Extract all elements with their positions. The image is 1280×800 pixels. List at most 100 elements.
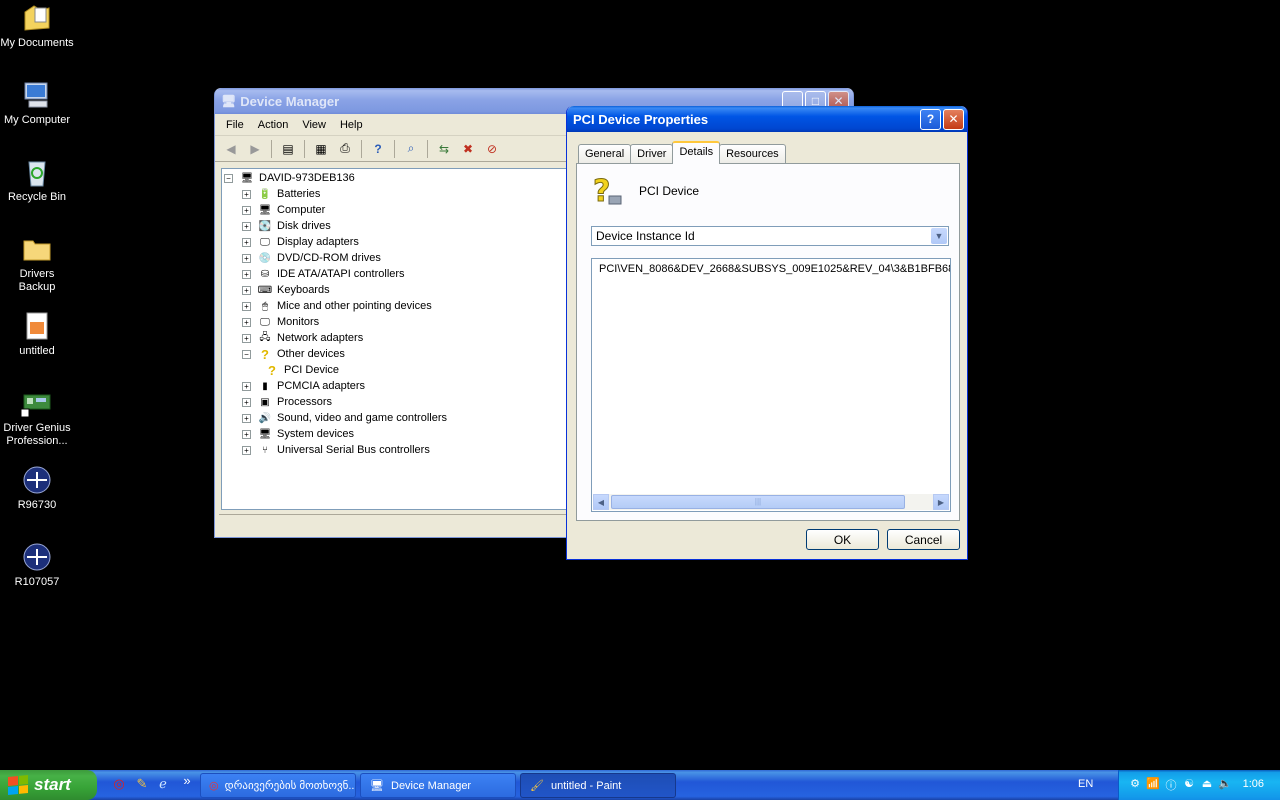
tree-category[interactable]: + 🖥 Computer bbox=[242, 202, 325, 218]
tree-category[interactable]: + ⌨ Keyboards bbox=[242, 282, 330, 298]
start-button[interactable]: start bbox=[0, 770, 97, 800]
tree-category[interactable]: + 🖥 System devices bbox=[242, 426, 354, 442]
task-button[interactable]: ◎ დრაივერების მოთხოვნ... bbox=[200, 773, 356, 798]
tree-category[interactable]: + 🖧 Network adapters bbox=[242, 330, 363, 346]
scan-hardware-icon[interactable]: ⌕ bbox=[402, 140, 420, 158]
update-driver-icon[interactable]: ⇆ bbox=[435, 140, 453, 158]
tree-category[interactable]: + 🔊 Sound, video and game controllers bbox=[242, 410, 447, 426]
tab-resources[interactable]: Resources bbox=[719, 144, 786, 164]
expand-toggle[interactable]: + bbox=[242, 253, 251, 263]
expand-toggle[interactable]: + bbox=[242, 205, 251, 215]
desktop-icon-r107057[interactable]: R107057 bbox=[0, 541, 74, 589]
task-button-device-manager[interactable]: 🖥 Device Manager bbox=[360, 773, 516, 798]
help-button[interactable]: ? bbox=[920, 108, 941, 130]
desktop-icon-my-documents[interactable]: My Documents bbox=[0, 2, 74, 50]
property-dropdown-value: Device Instance Id bbox=[596, 229, 695, 243]
language-indicator[interactable]: EN bbox=[1078, 778, 1093, 790]
uninstall-icon[interactable]: ✖ bbox=[459, 140, 477, 158]
back-arrow-icon[interactable]: ◀ bbox=[222, 140, 240, 158]
tree-category[interactable]: + 💽 Disk drives bbox=[242, 218, 331, 234]
tree-category[interactable]: + ▮ PCMCIA adapters bbox=[242, 378, 365, 394]
tree-device-item[interactable]: ? PCI Device bbox=[264, 362, 339, 378]
menu-help[interactable]: Help bbox=[333, 119, 370, 131]
tree-item-label: IDE ATA/ATAPI controllers bbox=[277, 268, 405, 280]
tree-category[interactable]: + ▣ Processors bbox=[242, 394, 332, 410]
info-icon[interactable]: ⓘ bbox=[1163, 777, 1179, 793]
expand-toggle[interactable]: + bbox=[242, 189, 251, 199]
expand-toggle[interactable]: + bbox=[242, 269, 251, 279]
ok-button[interactable]: OK bbox=[806, 529, 879, 550]
safely-remove-icon[interactable]: ⏏ bbox=[1199, 777, 1215, 793]
tree-category[interactable]: + 🖵 Display adapters bbox=[242, 234, 359, 250]
expand-toggle[interactable]: + bbox=[242, 397, 251, 407]
tree-category[interactable]: + 🔋 Batteries bbox=[242, 186, 320, 202]
property-dropdown[interactable]: Device Instance Id ▼ bbox=[591, 226, 949, 246]
tree-category[interactable]: + 💿 DVD/CD-ROM drives bbox=[242, 250, 381, 266]
tree-category[interactable]: + ⛁ IDE ATA/ATAPI controllers bbox=[242, 266, 405, 282]
my-documents-icon bbox=[21, 2, 53, 34]
desktop-icon-my-computer[interactable]: My Computer bbox=[0, 79, 74, 127]
desktop-icon-recycle-bin[interactable]: Recycle Bin bbox=[0, 156, 74, 204]
desktop-icon-untitled[interactable]: untitled bbox=[0, 310, 74, 358]
chevron-down-icon[interactable]: ▼ bbox=[931, 228, 947, 244]
print-icon[interactable]: ⎙ bbox=[336, 140, 354, 158]
wireless-icon[interactable]: 📶 bbox=[1145, 777, 1161, 793]
scroll-right-icon[interactable]: ▶ bbox=[933, 494, 949, 510]
expand-toggle[interactable]: + bbox=[242, 301, 251, 311]
task-button-paint[interactable]: 🖌 untitled - Paint bbox=[520, 773, 676, 798]
expand-toggle[interactable]: + bbox=[242, 237, 251, 247]
expand-toggle[interactable]: + bbox=[242, 381, 251, 391]
desktop-icon-r96730[interactable]: R96730 bbox=[0, 464, 74, 512]
expand-toggle[interactable]: + bbox=[242, 333, 251, 343]
toolbar-separator bbox=[271, 139, 272, 158]
dialog-titlebar[interactable]: PCI Device Properties ? ✕ bbox=[567, 106, 967, 132]
tray-app-icon[interactable]: ☯ bbox=[1181, 777, 1197, 793]
tree-category[interactable]: + ⑂ Universal Serial Bus controllers bbox=[242, 442, 430, 458]
horizontal-scrollbar[interactable]: ◀ ||| ▶ bbox=[593, 494, 949, 510]
tree-category[interactable]: + 🖱 Mice and other pointing devices bbox=[242, 298, 432, 314]
tab-details[interactable]: Details bbox=[672, 141, 721, 164]
collapse-toggle[interactable]: − bbox=[242, 349, 251, 359]
properties-icon[interactable]: ▦ bbox=[312, 140, 330, 158]
dialog-body: General Driver Details Resources ? PCI D… bbox=[570, 132, 964, 556]
clock[interactable]: 1:06 bbox=[1243, 778, 1264, 790]
tab-general[interactable]: General bbox=[578, 144, 632, 164]
help-icon[interactable]: ? bbox=[369, 140, 387, 158]
property-value[interactable]: PCI\VEN_8086&DEV_2668&SUBSYS_009E1025&RE… bbox=[599, 263, 950, 275]
show-hide-tree-icon[interactable]: ▤ bbox=[279, 140, 297, 158]
menu-file[interactable]: File bbox=[219, 119, 251, 131]
expand-toggle[interactable]: + bbox=[242, 221, 251, 231]
expand-toggle[interactable]: + bbox=[242, 413, 251, 423]
property-value-list[interactable]: PCI\VEN_8086&DEV_2668&SUBSYS_009E1025&RE… bbox=[591, 258, 951, 512]
collapse-toggle[interactable]: − bbox=[224, 173, 233, 183]
desktop-icon-label: Drivers Backup bbox=[18, 268, 56, 293]
menu-view[interactable]: View bbox=[295, 119, 333, 131]
monitor-icon: 🖵 bbox=[260, 316, 270, 328]
volume-icon[interactable]: 🔈 bbox=[1217, 777, 1233, 793]
scrollbar-thumb[interactable]: ||| bbox=[611, 495, 905, 509]
scroll-left-icon[interactable]: ◀ bbox=[593, 494, 609, 510]
cancel-button[interactable]: Cancel bbox=[887, 529, 960, 550]
quicklaunch-app-icon[interactable]: ✎ bbox=[133, 776, 151, 794]
toolbar-separator bbox=[394, 139, 395, 158]
close-button[interactable]: ✕ bbox=[943, 108, 964, 130]
menu-action[interactable]: Action bbox=[251, 119, 296, 131]
desktop-icon-driver-genius[interactable]: Driver Genius Profession... bbox=[0, 387, 74, 448]
expand-toggle[interactable]: + bbox=[242, 285, 251, 295]
system-tray: ⚙ 📶 ⓘ ☯ ⏏ 🔈 1:06 bbox=[1118, 770, 1280, 800]
tree-category[interactable]: −? Other devices bbox=[242, 346, 345, 362]
quicklaunch-ie-icon[interactable]: ℯ bbox=[154, 776, 172, 794]
forward-arrow-icon[interactable]: ▶ bbox=[246, 140, 264, 158]
desktop-icon-drivers-backup[interactable]: Drivers Backup bbox=[0, 233, 74, 294]
task-label: untitled - Paint bbox=[551, 779, 622, 792]
expand-toggle[interactable]: + bbox=[242, 429, 251, 439]
quicklaunch-opera-icon[interactable]: ◎ bbox=[110, 776, 128, 794]
expand-toggle[interactable]: + bbox=[242, 445, 251, 455]
tree-category[interactable]: + 🖵 Monitors bbox=[242, 314, 319, 330]
quicklaunch-more-icon[interactable]: » bbox=[178, 773, 196, 791]
tree-root[interactable]: − 🖥 DAVID-973DEB136 bbox=[224, 170, 355, 186]
network-icon[interactable]: ⚙ bbox=[1127, 777, 1143, 793]
expand-toggle[interactable]: + bbox=[242, 317, 251, 327]
disable-icon[interactable]: ⊘ bbox=[483, 140, 501, 158]
tab-driver[interactable]: Driver bbox=[630, 144, 674, 164]
